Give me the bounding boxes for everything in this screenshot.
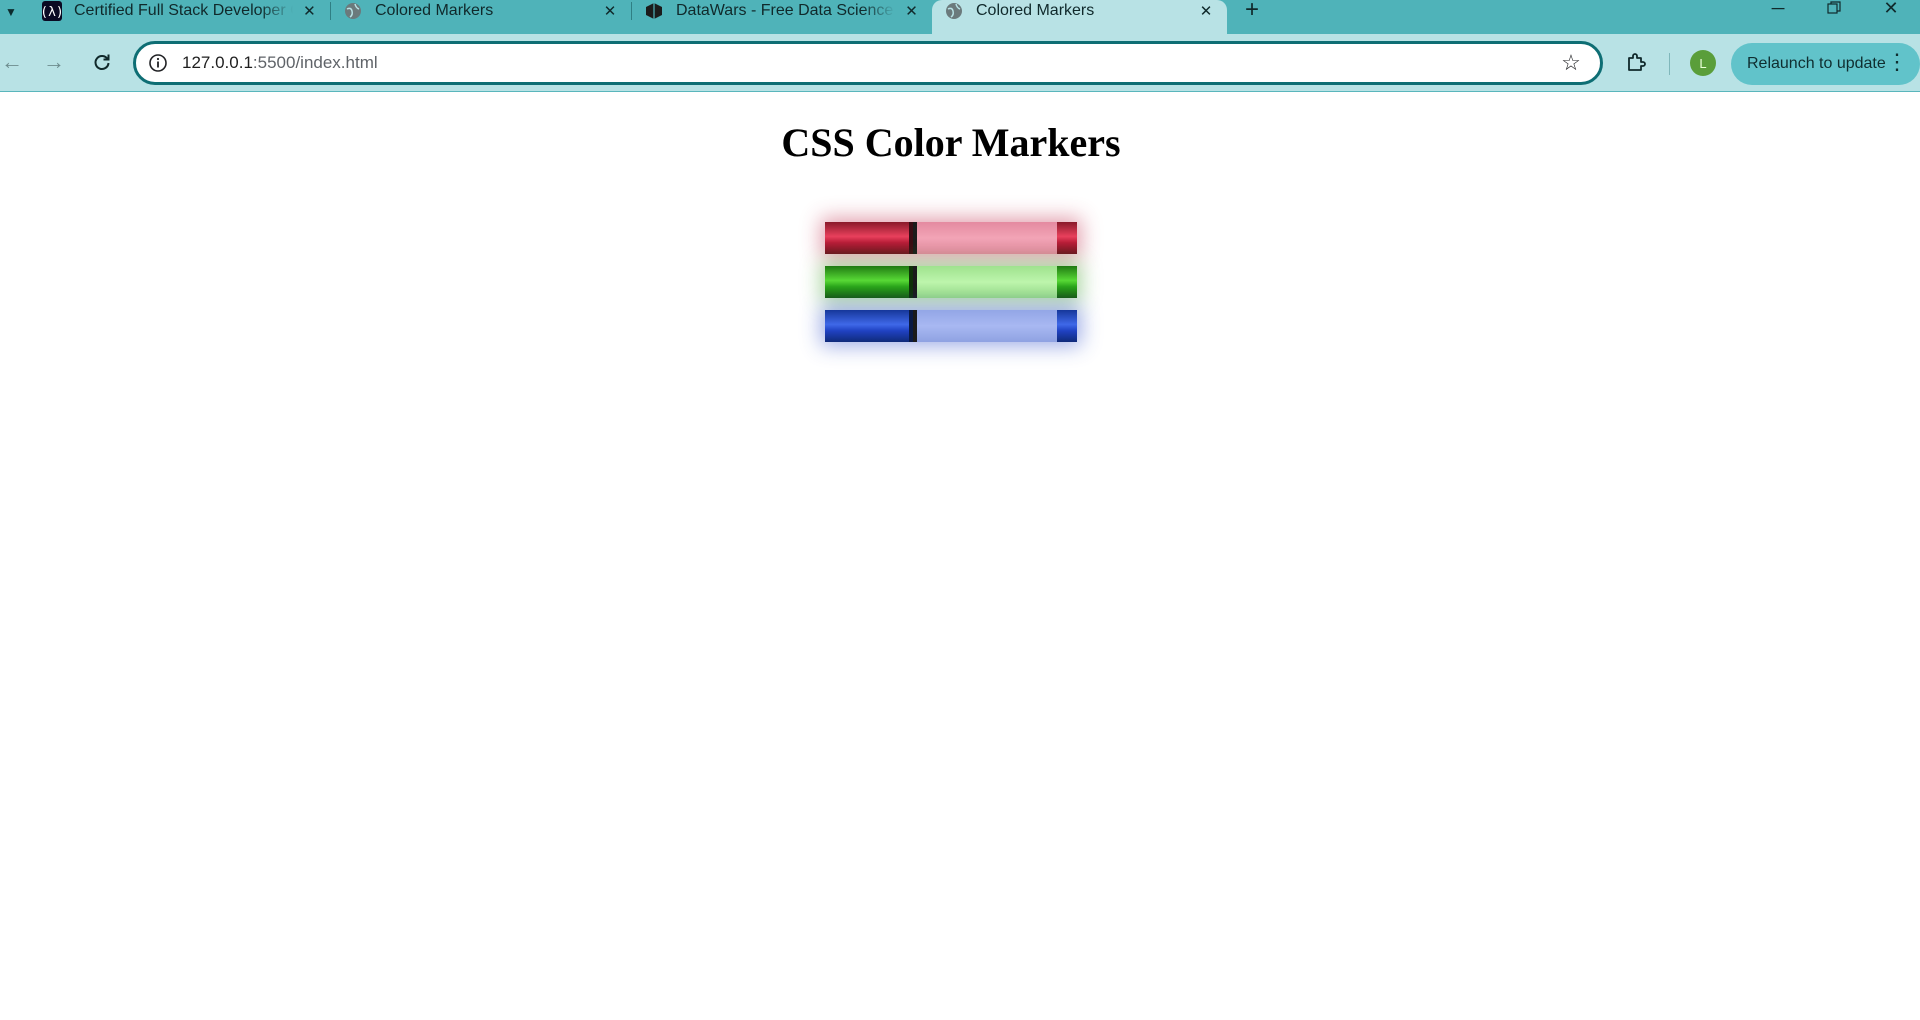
page-title: CSS Color Markers — [781, 120, 1121, 165]
tab-strip: ▼ (λ) Certified Full Stack Developer C ✕… — [0, 0, 1920, 34]
marker-cap — [825, 310, 909, 342]
freecodecamp-icon: (λ) — [42, 1, 62, 21]
extensions-puzzle-icon[interactable] — [1619, 45, 1653, 79]
bookmark-star-icon[interactable]: ☆ — [1558, 50, 1584, 76]
back-arrow-icon[interactable]: ← — [0, 44, 30, 80]
marker-tip — [1057, 310, 1077, 342]
tab-close-icon[interactable]: ✕ — [1197, 2, 1215, 20]
minimize-icon[interactable]: ─ — [1756, 0, 1800, 20]
datawars-icon — [644, 1, 664, 21]
globe-icon — [343, 1, 363, 21]
tab-certified-full-stack[interactable]: (λ) Certified Full Stack Developer C ✕ — [30, 0, 330, 34]
marker-container — [825, 222, 1077, 354]
marker-tip — [1057, 266, 1077, 298]
marker-cap — [825, 266, 909, 298]
relaunch-label: Relaunch to update — [1747, 55, 1886, 72]
reload-icon[interactable] — [84, 44, 120, 80]
marker-sleeve — [917, 222, 1057, 254]
marker-blue — [825, 310, 1077, 342]
tab-close-icon[interactable]: ✕ — [601, 2, 619, 20]
restore-icon[interactable] — [1812, 0, 1856, 20]
site-info-icon[interactable] — [146, 51, 170, 75]
globe-icon — [944, 1, 964, 21]
tab-datawars[interactable]: DataWars - Free Data Science Ir ✕ — [632, 0, 932, 34]
marker-sleeve — [917, 266, 1057, 298]
tab-close-icon[interactable]: ✕ — [903, 2, 920, 20]
marker-cap — [825, 222, 909, 254]
tab-colored-markers-active[interactable]: Colored Markers ✕ — [932, 0, 1227, 34]
tab-close-icon[interactable]: ✕ — [301, 2, 318, 20]
toolbar-divider — [1669, 53, 1670, 75]
tab-title: DataWars - Free Data Science Ir — [676, 2, 895, 19]
marker-sleeve — [917, 310, 1057, 342]
url-path: :5500/index.html — [252, 53, 378, 72]
tab-colored-markers-1[interactable]: Colored Markers ✕ — [331, 0, 631, 34]
profile-avatar[interactable]: L — [1690, 50, 1716, 76]
address-url: 127.0.0.1:5500/index.html — [182, 53, 378, 73]
svg-text:(λ): (λ) — [42, 5, 62, 20]
forward-arrow-icon[interactable]: → — [36, 44, 72, 80]
close-window-icon[interactable]: ✕ — [1869, 0, 1913, 20]
tab-title: Certified Full Stack Developer C — [74, 2, 293, 19]
browser-toolbar: ← → 127.0.0.1:5500/index.html ☆ L Relaun… — [0, 34, 1920, 92]
tab-title: Colored Markers — [375, 2, 494, 19]
marker-red — [825, 222, 1077, 254]
more-menu-icon[interactable]: ⋮ — [1886, 51, 1908, 73]
new-tab-plus-icon[interactable]: + — [1238, 0, 1266, 23]
tab-search-chevron-icon[interactable]: ▼ — [0, 0, 22, 24]
marker-tip — [1057, 222, 1077, 254]
marker-green — [825, 266, 1077, 298]
page-content: CSS Color Markers — [0, 92, 1920, 1020]
relaunch-button[interactable]: Relaunch to update ⋮ — [1731, 43, 1920, 85]
address-bar[interactable]: 127.0.0.1:5500/index.html ☆ — [133, 41, 1603, 85]
tab-title: Colored Markers — [976, 2, 1095, 19]
url-host: 127.0.0.1 — [182, 53, 253, 72]
browser-window: ▼ (λ) Certified Full Stack Developer C ✕… — [0, 0, 1920, 1020]
